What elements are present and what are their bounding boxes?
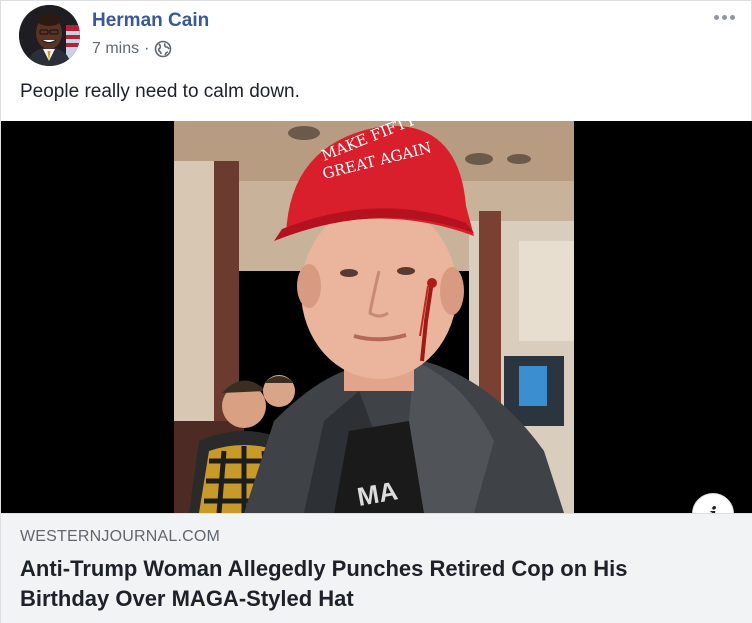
post-message: People really need to calm down. xyxy=(20,81,300,102)
post-timestamp[interactable]: 7 mins xyxy=(92,40,139,58)
post-meta: 7 mins · xyxy=(92,40,172,58)
link-image[interactable]: MA MAKE FIFTY GREAT AGAIN xyxy=(1,121,752,513)
author-name[interactable]: Herman Cain xyxy=(92,10,209,32)
link-headline[interactable]: Anti-Trump Woman Allegedly Punches Retir… xyxy=(20,554,720,614)
meta-separator: · xyxy=(144,40,150,57)
link-domain: WESTERNJOURNAL.COM xyxy=(20,528,221,545)
link-photo: MA MAKE FIFTY GREAT AGAIN xyxy=(174,121,574,513)
facebook-post: Herman Cain 7 mins · People really need … xyxy=(0,0,752,623)
globe-icon[interactable] xyxy=(154,40,172,58)
avatar[interactable] xyxy=(19,5,80,66)
more-options-icon[interactable] xyxy=(709,5,739,29)
post-header: Herman Cain 7 mins · xyxy=(1,1,752,71)
link-preview[interactable]: WESTERNJOURNAL.COM Anti-Trump Woman Alle… xyxy=(1,513,752,623)
